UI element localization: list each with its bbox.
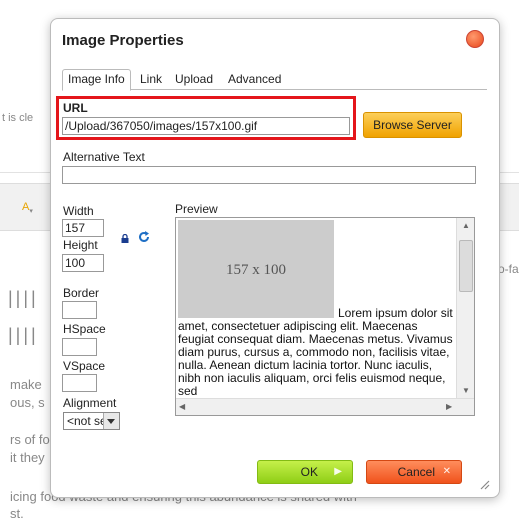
- ok-button[interactable]: OK ▶: [257, 460, 353, 484]
- bg-text-cle: t is cle: [2, 112, 34, 124]
- bg-toolbar: A▾: [0, 183, 50, 231]
- bg-text-they: it they: [10, 450, 45, 465]
- height-label: Height: [63, 238, 98, 252]
- scroll-thumb[interactable]: [459, 240, 473, 292]
- cancel-label: Cancel: [397, 465, 435, 479]
- alt-text-field[interactable]: [62, 166, 476, 184]
- scroll-right-icon[interactable]: ▶: [446, 402, 452, 411]
- bg-text-fa: o-fa: [498, 262, 519, 276]
- tab-advanced[interactable]: Advanced: [223, 70, 286, 89]
- alignment-label: Alignment: [63, 396, 117, 410]
- alt-text-label: Alternative Text: [63, 150, 145, 164]
- vspace-field[interactable]: [62, 374, 97, 392]
- url-field[interactable]: /Upload/367050/images/157x100.gif: [62, 117, 350, 135]
- preview-horizontal-scrollbar[interactable]: ◀ ▶: [176, 398, 474, 415]
- preview-vertical-scrollbar[interactable]: ▲ ▼: [456, 218, 474, 400]
- width-field[interactable]: 157: [62, 219, 104, 237]
- vspace-label: VSpace: [63, 359, 106, 373]
- chevron-down-icon[interactable]: [103, 413, 119, 429]
- preview-text-rest: amet, consectetuer adipiscing elit. Maec…: [178, 319, 453, 398]
- url-label: URL: [63, 101, 88, 115]
- close-x-icon: ✕: [442, 466, 451, 477]
- tab-image-info[interactable]: Image Info: [62, 69, 131, 91]
- hspace-label: HSpace: [63, 322, 106, 336]
- alignment-select[interactable]: <not set>: [63, 412, 120, 430]
- bg-text-ous: ous, s: [10, 395, 45, 410]
- height-field[interactable]: 100: [62, 254, 104, 272]
- preview-label: Preview: [175, 202, 218, 216]
- reset-size-icon[interactable]: [138, 231, 150, 243]
- bg-text-rs: rs of fo: [10, 432, 50, 447]
- bg-pipes-2: ||||: [8, 325, 39, 345]
- resize-grip-icon[interactable]: [478, 478, 490, 490]
- bg-text-make: make: [10, 377, 42, 392]
- preview-pane[interactable]: 157 x 100 Lorem ipsum dolor sit amet, co…: [175, 217, 475, 416]
- width-label: Width: [63, 204, 94, 218]
- scroll-up-icon[interactable]: ▲: [462, 221, 470, 230]
- preview-image-placeholder: 157 x 100: [178, 220, 334, 318]
- tab-upload[interactable]: Upload: [170, 70, 218, 89]
- preview-text: Lorem ipsum dolor sit amet, consectetuer…: [178, 307, 456, 398]
- browse-server-button[interactable]: Browse Server: [363, 112, 462, 138]
- scroll-down-icon[interactable]: ▼: [462, 386, 470, 395]
- scroll-left-icon[interactable]: ◀: [179, 402, 185, 411]
- lock-icon[interactable]: [121, 234, 129, 243]
- hspace-field[interactable]: [62, 338, 97, 356]
- border-field[interactable]: [62, 301, 97, 319]
- ok-label: OK: [300, 465, 318, 479]
- close-icon[interactable]: [466, 30, 484, 48]
- bg-text-st: st.: [10, 506, 24, 521]
- bg-pipes-1: ||||: [8, 288, 39, 308]
- dialog-title: Image Properties: [62, 32, 184, 49]
- border-label: Border: [63, 286, 100, 300]
- arrow-right-icon: ▶: [334, 466, 342, 477]
- cancel-button[interactable]: Cancel ✕: [366, 460, 462, 484]
- tab-link[interactable]: Link: [135, 70, 167, 89]
- font-color-icon: A▾: [22, 201, 33, 216]
